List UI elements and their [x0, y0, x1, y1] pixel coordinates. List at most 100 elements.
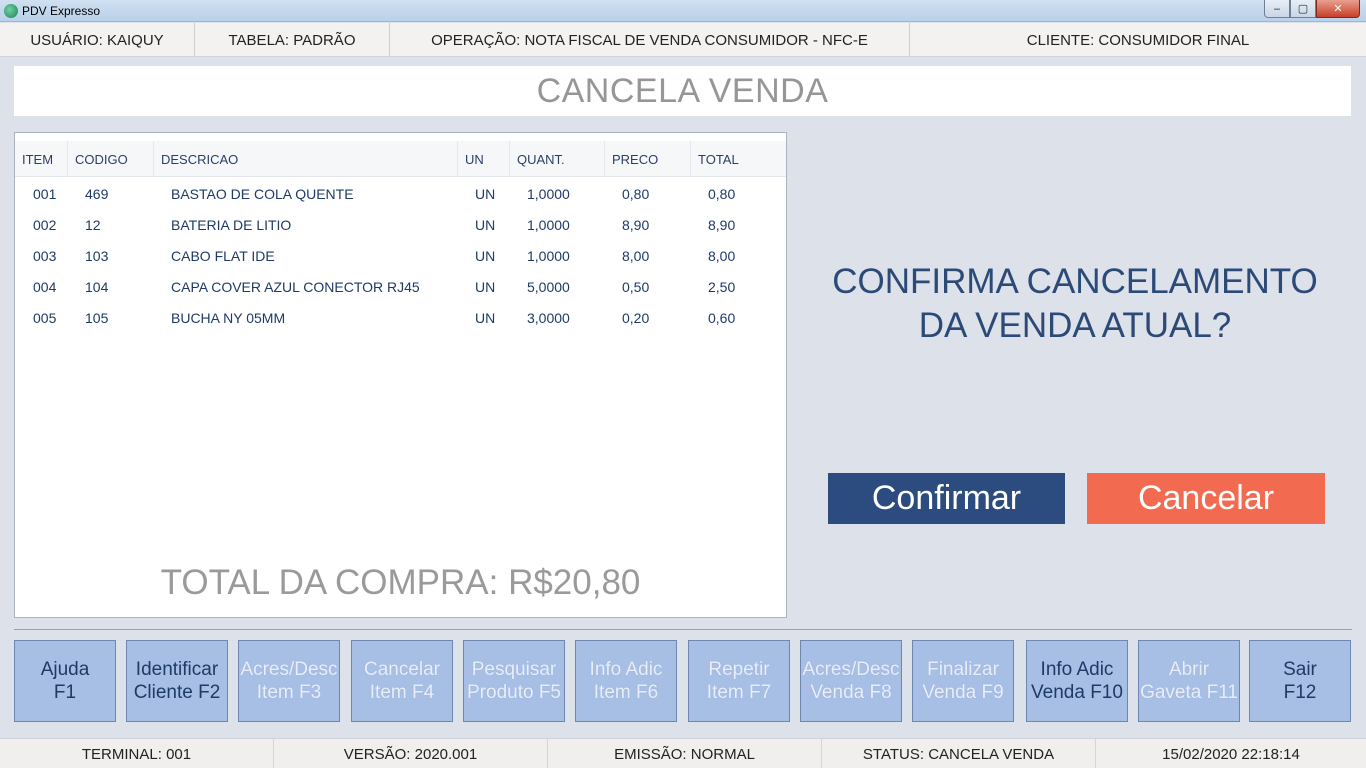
fkey-label-line2: Produto F5	[467, 682, 561, 703]
cell-total: 0,80	[708, 185, 736, 202]
status-info: STATUS: CANCELA VENDA	[822, 739, 1096, 768]
fkey-label-line2: Item F4	[369, 682, 435, 703]
divider	[14, 629, 1352, 630]
cell-descricao: BATERIA DE LITIO	[171, 216, 292, 233]
price-table-info: TABELA: PADRÃO	[195, 23, 390, 57]
cell-descricao: BASTAO DE COLA QUENTE	[171, 185, 354, 202]
cell-total: 8,90	[708, 216, 736, 233]
question-line-1: CONFIRMA CANCELAMENTO	[832, 262, 1318, 301]
cell-total: 2,50	[708, 278, 736, 295]
cell-preco: 8,00	[622, 247, 650, 264]
fkey-label-line2: Venda F8	[810, 682, 892, 703]
fkey-label-line2: Venda F10	[1031, 682, 1123, 703]
cell-preco: 0,20	[622, 309, 650, 326]
column-header-total[interactable]: TOTAL	[691, 141, 786, 177]
cell-quant: 1,0000	[527, 185, 570, 202]
table-row[interactable]: 004 104 CAPA COVER AZUL CONECTOR RJ45 UN…	[15, 271, 786, 302]
fkey-label-line1: Repetir	[708, 659, 770, 680]
fkey-label-line1: Info Adic	[589, 659, 663, 680]
repeat-item-f7-button[interactable]: Repetir Item F7	[688, 640, 790, 722]
cell-un: UN	[475, 216, 496, 233]
fkey-label-line1: Abrir	[1168, 659, 1210, 680]
operation-info: OPERAÇÃO: NOTA FISCAL DE VENDA CONSUMIDO…	[390, 23, 910, 57]
cancel-confirmation-question: CONFIRMA CANCELAMENTO DA VENDA ATUAL?	[800, 260, 1350, 348]
purchase-total: TOTAL DA COMPRA: R$20,80	[160, 563, 641, 602]
cell-descricao: CABO FLAT IDE	[171, 247, 275, 264]
identify-customer-f2-button[interactable]: Identificar Cliente F2	[126, 640, 228, 722]
function-keys-bar: Ajuda F1 Identificar Cliente F2 Acres/Desc…	[14, 640, 1352, 722]
cell-un: UN	[475, 278, 496, 295]
fkey-label-line1: Acres/Desc	[802, 659, 900, 680]
cancel-item-f4-button[interactable]: Cancelar Item F4	[351, 640, 453, 722]
cancel-button[interactable]: Cancelar	[1087, 473, 1325, 524]
cell-codigo: 104	[85, 278, 109, 295]
exit-f12-button[interactable]: Sair F12	[1249, 640, 1351, 722]
confirm-button[interactable]: Confirmar	[828, 473, 1065, 524]
finish-sale-f9-button[interactable]: Finalizar Venda F9	[912, 640, 1014, 722]
cell-codigo: 103	[85, 247, 109, 264]
cell-quant: 5,0000	[527, 278, 570, 295]
close-button[interactable]: ✕	[1316, 0, 1360, 18]
open-drawer-f11-button[interactable]: Abrir Gaveta F11	[1138, 640, 1240, 722]
cell-codigo: 105	[85, 309, 109, 326]
help-f1-button[interactable]: Ajuda F1	[14, 640, 116, 722]
question-line-2: DA VENDA ATUAL?	[918, 306, 1232, 345]
minimize-button[interactable]: –	[1264, 0, 1290, 18]
fkey-label-line1: Info Adic	[1040, 659, 1114, 680]
cell-preco: 0,50	[622, 278, 650, 295]
table-row[interactable]: 005 105 BUCHA NY 05MM UN 3,0000 0,20 0,6…	[15, 302, 786, 333]
screen-header: CANCELA VENDA	[14, 66, 1351, 116]
cell-total: 0,60	[708, 309, 736, 326]
cell-descricao: CAPA COVER AZUL CONECTOR RJ45	[171, 278, 420, 295]
datetime-info: 15/02/2020 22:18:14	[1162, 745, 1300, 763]
column-header-preco[interactable]: PRECO	[605, 141, 691, 177]
column-header-un[interactable]: UN	[458, 141, 510, 177]
cell-codigo: 12	[85, 216, 101, 233]
fkey-label-line2: Gaveta F11	[1140, 682, 1238, 703]
fkey-label-line1: Pesquisar	[471, 659, 557, 680]
sale-items-panel: ITEM CODIGO DESCRICAO UN QUANT. PRECO TO…	[14, 132, 787, 618]
table-row[interactable]: 003 103 CABO FLAT IDE UN 1,0000 8,00 8,0…	[15, 240, 786, 271]
table-row[interactable]: 001 469 BASTAO DE COLA QUENTE UN 1,0000 …	[15, 178, 786, 209]
cell-item: 005	[33, 309, 57, 326]
cell-descricao: BUCHA NY 05MM	[171, 309, 286, 326]
fkey-label-line1: Finalizar	[927, 659, 999, 680]
cell-codigo: 469	[85, 185, 109, 202]
column-header-descricao[interactable]: DESCRICAO	[154, 141, 458, 177]
cell-item: 004	[33, 278, 57, 295]
cell-item: 003	[33, 247, 57, 264]
window-title: PDV Expresso	[22, 4, 101, 18]
cell-un: UN	[475, 185, 496, 202]
item-discount-f3-button[interactable]: Acres/Desc Item F3	[238, 640, 340, 722]
cell-quant: 3,0000	[527, 309, 570, 326]
fkey-label-line2: Item F6	[593, 682, 659, 703]
maximize-button[interactable]: ▢	[1290, 0, 1316, 18]
sale-discount-f8-button[interactable]: Acres/Desc Venda F8	[800, 640, 902, 722]
column-header-item[interactable]: ITEM	[15, 141, 68, 177]
cell-un: UN	[475, 309, 496, 326]
emission-info: EMISSÃO: NORMAL	[548, 739, 822, 768]
user-info: USUÁRIO: KAIQUY	[0, 23, 195, 57]
fkey-label-line2: Item F7	[706, 682, 772, 703]
cell-item: 001	[33, 185, 57, 202]
window-titlebar[interactable]: PDV Expresso – ▢ ✕	[0, 0, 1366, 22]
window-controls: – ▢ ✕	[1264, 0, 1360, 18]
search-product-f5-button[interactable]: Pesquisar Produto F5	[463, 640, 565, 722]
cell-item: 002	[33, 216, 57, 233]
table-row[interactable]: 002 12 BATERIA DE LITIO UN 1,0000 8,90 8…	[15, 209, 786, 240]
cell-preco: 8,90	[622, 216, 650, 233]
item-info-f6-button[interactable]: Info Adic Item F6	[575, 640, 677, 722]
column-header-quant[interactable]: QUANT.	[510, 141, 605, 177]
screen-title: CANCELA VENDA	[536, 71, 829, 110]
fkey-label-line1: Identificar	[135, 659, 219, 680]
fkey-label-line1: Sair	[1283, 659, 1317, 680]
terminal-info: TERMINAL: 001	[0, 739, 274, 768]
fkey-label-line1: Cancelar	[363, 659, 441, 680]
cell-quant: 1,0000	[527, 216, 570, 233]
sale-info-f10-button[interactable]: Info Adic Venda F10	[1026, 640, 1128, 722]
fkey-label-line1: Acres/Desc	[240, 659, 338, 680]
cell-quant: 1,0000	[527, 247, 570, 264]
items-table-header: ITEM CODIGO DESCRICAO UN QUANT. PRECO TO…	[15, 141, 786, 177]
fkey-label-line1: Ajuda	[40, 659, 90, 680]
column-header-codigo[interactable]: CODIGO	[68, 141, 154, 177]
